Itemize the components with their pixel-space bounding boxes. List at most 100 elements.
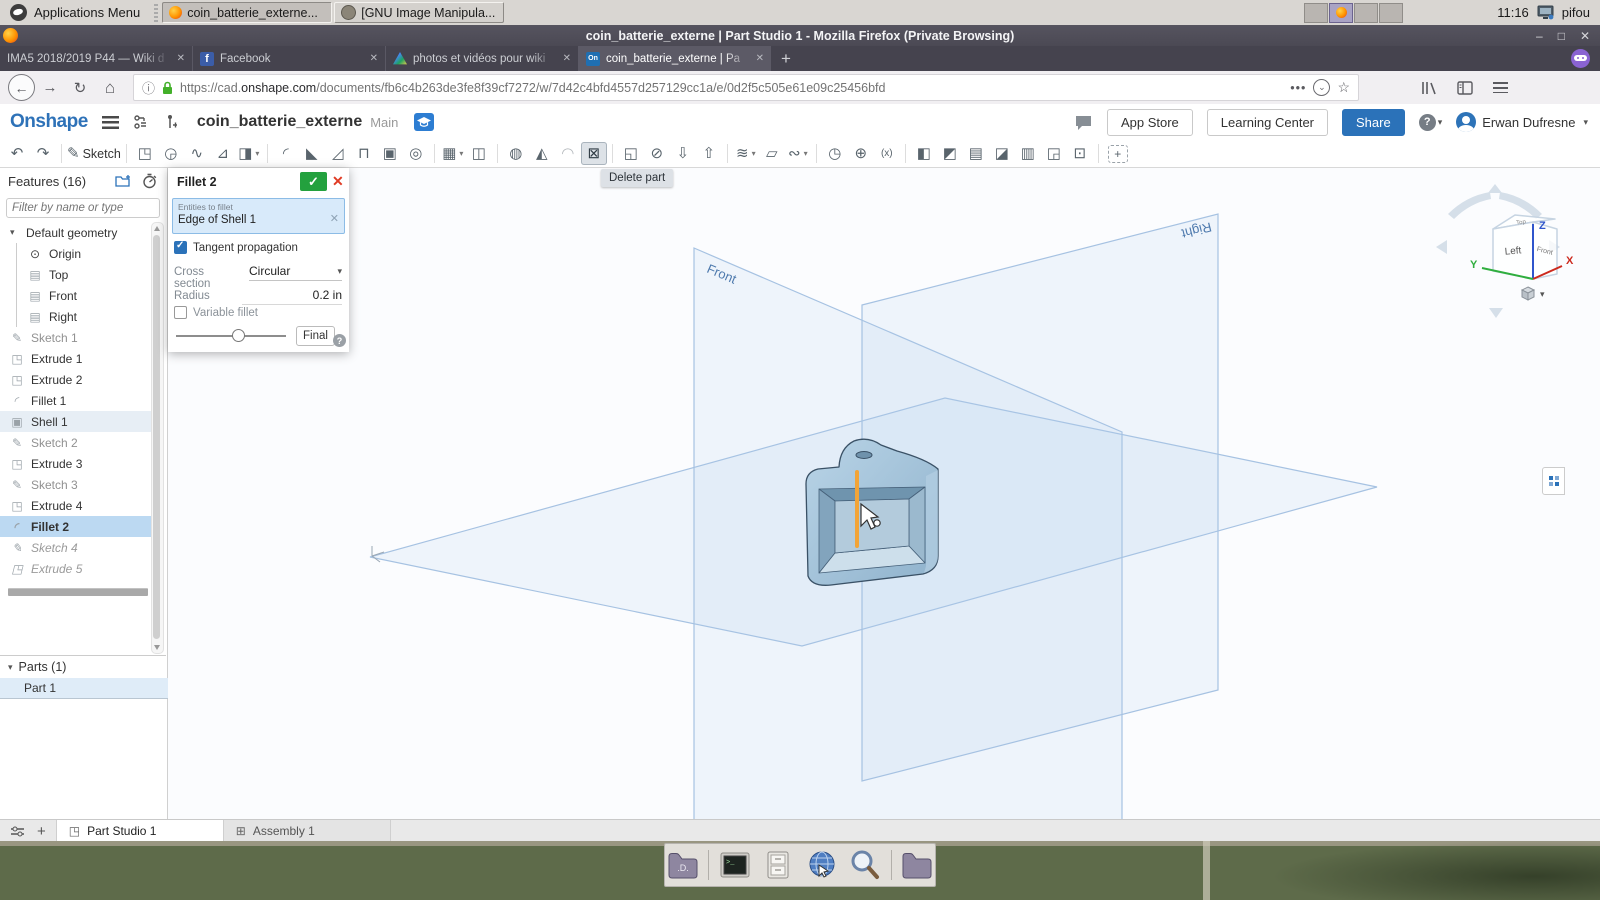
export-button[interactable]: ⇧ xyxy=(696,142,722,165)
default-geometry-group[interactable]: ▾Default geometry xyxy=(0,222,152,243)
new-folder-icon[interactable] xyxy=(115,174,132,188)
feature-item-sketch-3[interactable]: ✎Sketch 3 xyxy=(0,474,152,495)
features-scrollbar[interactable] xyxy=(151,222,164,654)
forward-button[interactable]: → xyxy=(35,79,65,96)
radius-input[interactable]: 0.2 in xyxy=(242,288,342,305)
home-button[interactable]: ⌂ xyxy=(95,78,125,98)
scrollbar-thumb[interactable] xyxy=(153,235,160,639)
feature-item-extrude-2[interactable]: ◳Extrude 2 xyxy=(0,369,152,390)
delete-face-button[interactable]: ⊘ xyxy=(644,142,670,165)
add-element-button[interactable]: + xyxy=(37,823,46,840)
loft-button[interactable]: ⊿ xyxy=(210,142,236,165)
unfold-button[interactable]: ▥ xyxy=(1015,142,1041,165)
default-geometry-front[interactable]: ▤Front xyxy=(0,285,152,306)
comment-icon[interactable] xyxy=(1074,114,1093,131)
maximize-button[interactable]: □ xyxy=(1558,29,1565,43)
feature-item-extrude-3[interactable]: ◳Extrude 3 xyxy=(0,453,152,474)
firefox-titlebar[interactable]: coin_batterie_externe | Part Studio 1 - … xyxy=(0,25,1600,46)
workspace-3[interactable] xyxy=(1354,3,1378,23)
tab-close-icon[interactable]: ✕ xyxy=(563,53,571,64)
sheet-metal-model-button[interactable]: ◧ xyxy=(911,142,937,165)
variable-button[interactable]: (x) xyxy=(874,142,900,165)
workspace-2[interactable] xyxy=(1329,3,1353,23)
tab-close-icon[interactable]: ✕ xyxy=(756,53,764,64)
plane-button[interactable]: ▱ xyxy=(759,142,785,165)
boolean-button[interactable]: ◍ xyxy=(503,142,529,165)
rollback-bar[interactable] xyxy=(8,588,148,596)
shell-button[interactable]: ▣ xyxy=(377,142,403,165)
slider-knob[interactable] xyxy=(232,329,245,342)
modify-fillet-button[interactable]: ◠ xyxy=(555,142,581,165)
parts-section-header[interactable]: ▾ Parts (1) xyxy=(8,660,66,674)
variable-fillet-row[interactable]: Variable fillet xyxy=(174,306,258,319)
tangent-propagation-row[interactable]: Tangent propagation xyxy=(174,241,298,254)
help-menu[interactable]: ? ▾ xyxy=(1419,114,1443,131)
fillet-button[interactable]: ◜ xyxy=(273,142,299,165)
feature-statistics-icon[interactable] xyxy=(142,173,157,189)
browser-tab[interactable]: fFacebook✕ xyxy=(192,46,385,71)
move-face-button[interactable]: ◱ xyxy=(618,142,644,165)
hole-button[interactable]: ◎ xyxy=(403,142,429,165)
feature-item-shell-1[interactable]: ▣Shell 1 xyxy=(0,411,152,432)
scroll-up-icon[interactable] xyxy=(154,226,160,231)
library-icon[interactable] xyxy=(1421,81,1437,95)
cancel-button[interactable]: ✕ xyxy=(332,173,344,190)
thicken-button[interactable]: ◨▾ xyxy=(236,142,262,165)
bend-button[interactable]: ◪ xyxy=(989,142,1015,165)
feature-item-sketch-4[interactable]: ✎Sketch 4 xyxy=(0,537,152,558)
element-tab-part-studio[interactable]: ◳Part Studio 1 xyxy=(57,820,224,842)
back-button[interactable]: ← xyxy=(8,74,35,101)
clear-selection-icon[interactable]: ✕ xyxy=(330,212,339,225)
url-text[interactable]: https://cad.onshape.com/documents/fb6c4b… xyxy=(180,81,1283,95)
workspace-switcher[interactable] xyxy=(1304,3,1403,23)
web-browser-icon[interactable] xyxy=(804,848,839,882)
mirror-button[interactable]: ◫ xyxy=(466,142,492,165)
delete-part-button[interactable]: ⊠ xyxy=(581,142,607,165)
menu-icon[interactable] xyxy=(1493,82,1508,93)
tangent-propagation-checkbox[interactable] xyxy=(174,241,187,254)
slider-track[interactable] xyxy=(176,335,286,337)
close-button[interactable]: ✕ xyxy=(1580,29,1590,43)
dialog-help-icon[interactable]: ? xyxy=(333,334,346,347)
pocket-icon[interactable]: ⌄ xyxy=(1313,79,1330,96)
revolve-button[interactable]: ◶ xyxy=(158,142,184,165)
part-list-item[interactable]: Part 1 xyxy=(0,678,180,699)
custom-feature-button[interactable]: + xyxy=(1108,145,1128,163)
feature-item-sketch-1[interactable]: ✎Sketch 1 xyxy=(0,327,152,348)
bookmark-star-icon[interactable]: ☆ xyxy=(1337,79,1350,96)
entities-to-fillet-field[interactable]: Entities to fillet Edge of Shell 1 ✕ xyxy=(172,198,345,234)
cross-section-select[interactable]: Circular ▾ xyxy=(249,264,342,281)
redo-button[interactable]: ↷ xyxy=(30,142,56,165)
undo-button[interactable]: ↶ xyxy=(4,142,30,165)
right-panel-toggle-button[interactable] xyxy=(1542,467,1565,495)
feature-item-extrude-4[interactable]: ◳Extrude 4 xyxy=(0,495,152,516)
3d-viewport[interactable]: Front Right xyxy=(168,168,1600,819)
reload-button[interactable]: ↻ xyxy=(65,79,95,97)
onshape-logo[interactable]: Onshape xyxy=(10,111,88,133)
feature-item-extrude-5[interactable]: ◳Extrude 5 xyxy=(0,558,152,579)
default-geometry-origin[interactable]: ⊙Origin xyxy=(0,243,152,264)
feature-item-fillet-2[interactable]: ◜Fillet 2 xyxy=(0,516,152,537)
site-info-icon[interactable]: ⓘ xyxy=(142,78,155,97)
tab-close-icon[interactable]: ✕ xyxy=(370,53,378,64)
sheet-metal-finish-button[interactable]: ⊡ xyxy=(1067,142,1093,165)
tab-close-icon[interactable]: ✕ xyxy=(177,53,185,64)
filter-input[interactable] xyxy=(6,198,160,218)
learning-center-button[interactable]: Learning Center xyxy=(1207,109,1328,136)
chamfer-button[interactable]: ◣ xyxy=(299,142,325,165)
browser-tab[interactable]: IMA5 2018/2019 P44 — Wiki d✕ xyxy=(0,46,192,71)
feature-item-sketch-2[interactable]: ✎Sketch 2 xyxy=(0,432,152,453)
document-title[interactable]: coin_batterie_externe xyxy=(197,113,362,131)
workspace-1[interactable] xyxy=(1304,3,1328,23)
transform-button[interactable]: ⊕ xyxy=(848,142,874,165)
user-menu[interactable]: Erwan Dufresne ▾ xyxy=(1456,112,1588,132)
browser-tab[interactable]: Oncoin_batterie_externe | Pa✕ xyxy=(578,46,771,71)
variable-fillet-checkbox[interactable] xyxy=(174,306,187,319)
follow-icon[interactable] xyxy=(163,114,177,131)
sketch-button[interactable]: ✎Sketch xyxy=(67,142,121,165)
browser-tab[interactable]: photos et vidéos pour wiki✕ xyxy=(385,46,578,71)
helix-button[interactable]: ≋▾ xyxy=(733,142,759,165)
applications-menu-button[interactable]: Applications Menu xyxy=(0,0,150,25)
confirm-button[interactable]: ✓ xyxy=(300,172,327,191)
home-folder-icon[interactable]: .D. xyxy=(665,848,700,882)
